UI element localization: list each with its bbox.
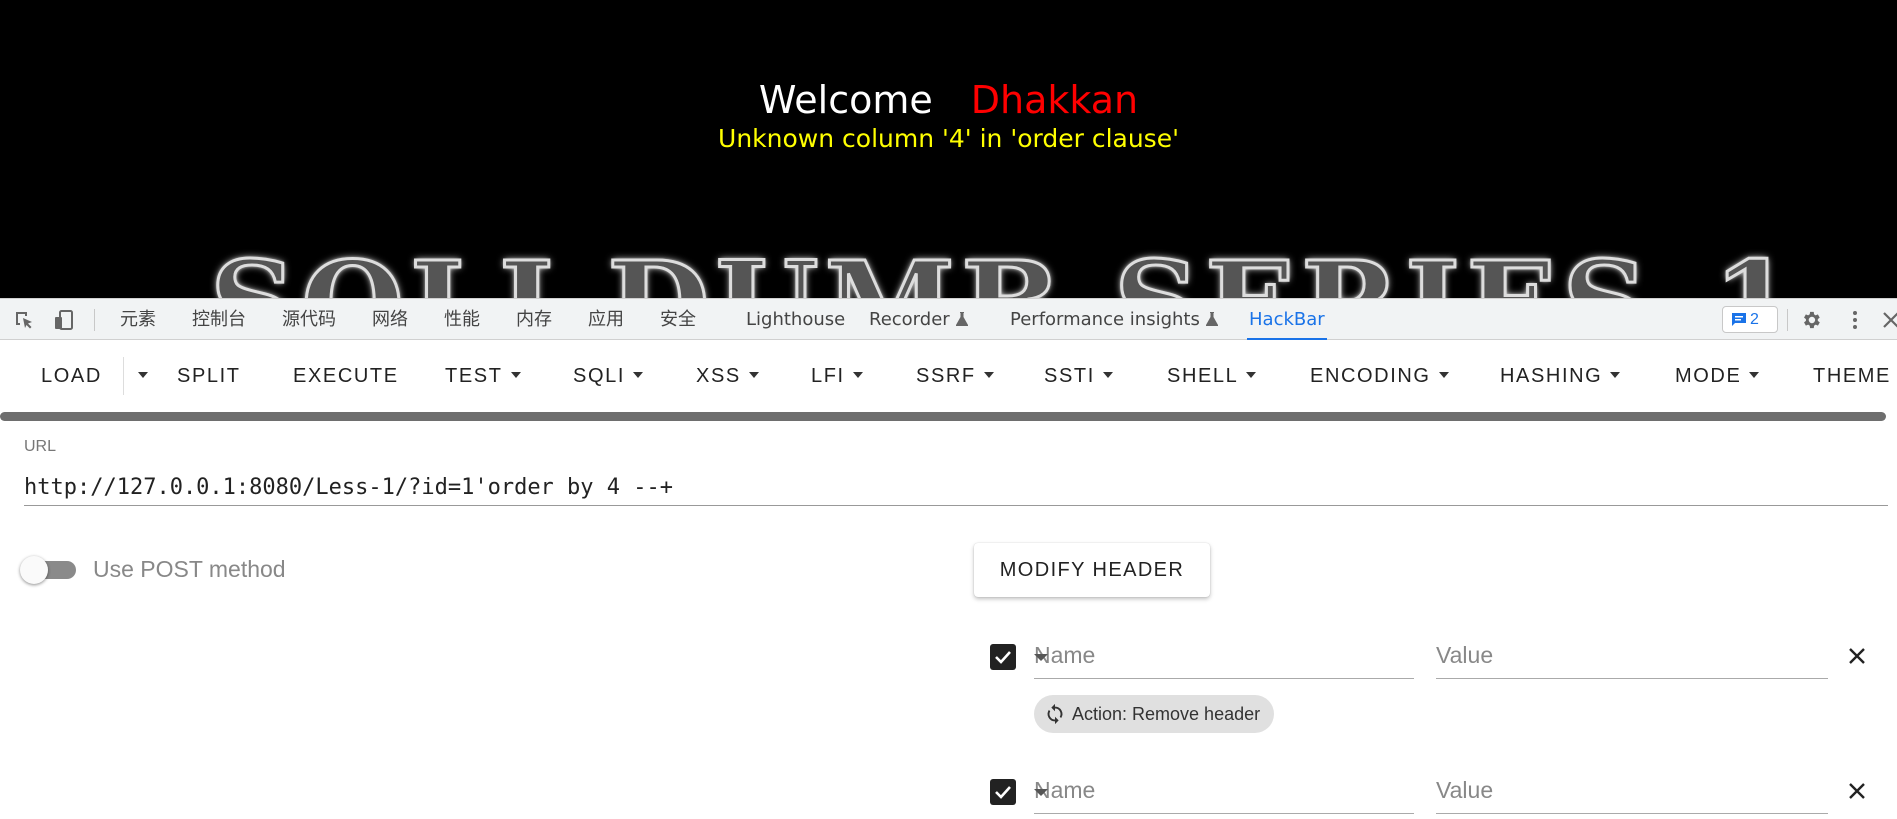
- menu-theme[interactable]: THEME: [1813, 341, 1891, 411]
- check-icon: [995, 651, 1011, 664]
- chevron-down-icon: [1749, 372, 1760, 378]
- tab-sources[interactable]: 源代码: [282, 299, 336, 340]
- welcome-line: Welcome Dhakkan: [0, 78, 1897, 122]
- menu-sqli[interactable]: SQLI: [573, 341, 643, 411]
- header-name-select[interactable]: Name: [1034, 769, 1414, 814]
- flask-icon: [1205, 312, 1218, 326]
- menu-lfi[interactable]: LFI: [811, 341, 863, 411]
- chevron-down-icon: [1438, 372, 1449, 378]
- header-value-input[interactable]: Value: [1436, 634, 1828, 679]
- menu-ssrf-label: SSRF: [916, 365, 976, 387]
- menu-ssrf[interactable]: SSRF: [916, 341, 994, 411]
- menu-mode[interactable]: MODE: [1675, 341, 1760, 411]
- header-value-placeholder: Value: [1436, 642, 1494, 668]
- menu-xss-label: XSS: [696, 365, 741, 387]
- chevron-down-icon: [138, 372, 148, 378]
- menu-load[interactable]: LOAD: [41, 341, 102, 411]
- menu-shell-label: SHELL: [1167, 365, 1239, 387]
- menu-execute[interactable]: EXECUTE: [293, 341, 399, 411]
- check-icon: [995, 786, 1011, 799]
- chevron-down-icon: [1102, 372, 1113, 378]
- tab-elements[interactable]: 元素: [120, 299, 156, 340]
- modify-header-button[interactable]: MODIFY HEADER: [974, 543, 1210, 597]
- tab-performance[interactable]: 性能: [444, 299, 480, 340]
- chevron-down-icon: [1610, 372, 1621, 378]
- menu-lfi-label: LFI: [811, 365, 845, 387]
- post-method-toggle[interactable]: [20, 554, 80, 584]
- url-label: URL: [24, 438, 57, 455]
- menu-ssti[interactable]: SSTI: [1044, 341, 1113, 411]
- post-method-label: Use POST method: [93, 556, 286, 582]
- toggle-thumb: [20, 556, 48, 584]
- chevron-down-icon: [510, 372, 521, 378]
- tab-recorder[interactable]: Recorder: [869, 299, 968, 340]
- toolbar-divider: [1787, 309, 1788, 331]
- menu-scrollbar[interactable]: [0, 412, 1886, 421]
- hackbar-menu: LOAD SPLIT EXECUTE TEST SQLI XSS LFI SSR…: [0, 341, 1897, 413]
- header-name-select[interactable]: Name: [1034, 634, 1414, 679]
- menu-split[interactable]: SPLIT: [177, 341, 241, 411]
- action-chip[interactable]: Action: Remove header: [1034, 695, 1275, 733]
- header-value-input[interactable]: Value: [1436, 769, 1828, 814]
- chevron-down-icon: [983, 372, 994, 378]
- error-message: Unknown column '4' in 'order clause': [718, 124, 1179, 153]
- settings-gear-icon[interactable]: [1800, 309, 1822, 331]
- page-content: Welcome Dhakkan Unknown column '4' in 'or…: [0, 0, 1897, 298]
- action-chip-label: Action: Remove header: [1072, 704, 1261, 724]
- menu-hashing-label: HASHING: [1500, 365, 1603, 387]
- chevron-down-icon: [1034, 789, 1048, 796]
- flask-icon: [955, 312, 968, 326]
- tab-network[interactable]: 网络: [372, 299, 408, 340]
- tab-performance-insights-label: Performance insights: [1010, 309, 1200, 330]
- menu-shell[interactable]: SHELL: [1167, 341, 1257, 411]
- remove-header-close-icon[interactable]: [1845, 644, 1869, 668]
- tab-hackbar[interactable]: HackBar: [1247, 299, 1327, 340]
- menu-xss[interactable]: XSS: [696, 341, 759, 411]
- menu-test[interactable]: TEST: [445, 341, 521, 411]
- menu-load-dropdown[interactable]: [130, 341, 148, 411]
- sync-icon: [1047, 703, 1063, 725]
- menu-encoding[interactable]: ENCODING: [1310, 341, 1449, 411]
- more-options-icon[interactable]: [1844, 309, 1866, 331]
- inspect-element-icon[interactable]: [13, 309, 35, 331]
- tab-recorder-label: Recorder: [869, 309, 950, 330]
- load-divider: [123, 357, 124, 395]
- tab-performance-insights[interactable]: Performance insights: [1010, 299, 1218, 340]
- close-devtools-icon[interactable]: [1880, 309, 1897, 331]
- menu-mode-label: MODE: [1675, 365, 1742, 387]
- user-name: Dhakkan: [970, 78, 1139, 122]
- tab-console[interactable]: 控制台: [192, 299, 246, 340]
- banner-logo: SQLI DUMB SERIES-1: [209, 244, 1801, 298]
- issues-count: 2: [1750, 311, 1759, 328]
- menu-ssti-label: SSTI: [1044, 365, 1095, 387]
- url-input[interactable]: [24, 470, 1888, 506]
- menu-test-label: TEST: [445, 365, 503, 387]
- tab-lighthouse[interactable]: Lighthouse: [746, 299, 845, 340]
- tab-security[interactable]: 安全: [660, 299, 696, 340]
- tab-application[interactable]: 应用: [588, 299, 624, 340]
- chevron-down-icon: [852, 372, 863, 378]
- header-enabled-checkbox[interactable]: [990, 644, 1016, 670]
- message-icon: [1732, 313, 1746, 326]
- tab-memory[interactable]: 内存: [516, 299, 552, 340]
- chevron-down-icon: [748, 372, 759, 378]
- device-toolbar-icon[interactable]: [53, 309, 75, 331]
- devtools-tab-strip: 元素 控制台 源代码 网络 性能 内存 应用 安全 Lighthouse Rec…: [0, 298, 1897, 340]
- menu-sqli-label: SQLI: [573, 365, 625, 387]
- menu-hashing[interactable]: HASHING: [1500, 341, 1621, 411]
- remove-header-close-icon[interactable]: [1845, 779, 1869, 803]
- chevron-down-icon: [1034, 654, 1048, 661]
- chevron-down-icon: [1246, 372, 1257, 378]
- welcome-text: Welcome: [758, 78, 933, 122]
- toolbar-divider: [94, 309, 95, 331]
- header-row: Name Value Action: Remove header: [990, 634, 1890, 733]
- header-enabled-checkbox[interactable]: [990, 779, 1016, 805]
- menu-encoding-label: ENCODING: [1310, 365, 1431, 387]
- chevron-down-icon: [632, 372, 643, 378]
- issues-badge[interactable]: 2: [1722, 306, 1778, 333]
- header-value-placeholder: Value: [1436, 777, 1494, 803]
